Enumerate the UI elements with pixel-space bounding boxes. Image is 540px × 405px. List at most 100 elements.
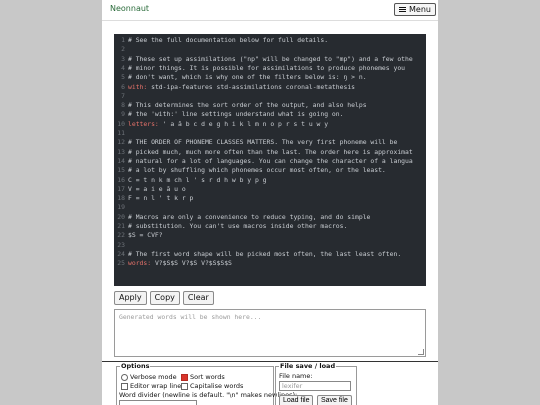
- code-token: # minor things. It is possible for assim…: [128, 63, 406, 72]
- line-code: # picked much, much more often than the …: [128, 148, 413, 157]
- code-token: # a lot by shuffling which phonemes occu…: [128, 166, 386, 175]
- line-number: 21: [117, 222, 125, 230]
- capitalise-checkbox[interactable]: [181, 382, 188, 390]
- line-number: 12: [117, 138, 125, 147]
- file-name-placeholder: lexifer: [282, 382, 303, 390]
- line-code: # This determines the sort order of the …: [128, 101, 367, 110]
- line-number: 25: [117, 259, 125, 268]
- line-code: # The first word shape will be picked mo…: [128, 250, 401, 259]
- line-number: 6: [121, 82, 125, 91]
- line-code: # THE ORDER OF PHONEME CLASSES MATTERS. …: [128, 138, 397, 147]
- word-divider-label: Word divider (newline is default. "\n" m…: [119, 391, 297, 399]
- line-number: 23: [117, 240, 125, 249]
- code-token: std-ipa-features std-assimilations coron…: [147, 82, 356, 91]
- code-token: # don't want, which is why one of the fi…: [128, 73, 367, 82]
- code-token: with:: [128, 82, 148, 91]
- clear-button[interactable]: Clear: [182, 291, 214, 305]
- code-token: # natural for a lot of languages. You ca…: [128, 156, 413, 165]
- line-number: 18: [117, 194, 125, 203]
- line-number: 5: [121, 73, 125, 82]
- line-code: # minor things. It is possible for assim…: [128, 64, 405, 73]
- line-number: 1: [121, 36, 125, 44]
- file-name-label: File name:: [279, 372, 313, 380]
- code-token: # See the full documentation below for f…: [128, 36, 329, 44]
- code-token: # The first word shape will be picked mo…: [128, 249, 402, 258]
- line-number: 22: [117, 231, 125, 240]
- editor-wrap-label: Editor wrap lines: [130, 382, 185, 390]
- code-token: F = n l ' t k r p: [128, 194, 194, 203]
- line-number: 19: [117, 203, 125, 212]
- code-token: # THE ORDER OF PHONEME CLASSES MATTERS. …: [128, 138, 398, 147]
- menu-label: Menu: [409, 5, 431, 14]
- save-file-button[interactable]: Save file: [317, 395, 352, 405]
- code-token: letters:: [128, 119, 159, 128]
- code-token: # picked much, much more often than the …: [128, 147, 413, 156]
- code-token: # the 'with:' line settings understand w…: [128, 110, 344, 119]
- line-code: # the 'with:' line settings understand w…: [128, 110, 343, 119]
- verbose-option[interactable]: Verbose mode: [121, 373, 177, 381]
- line-code: words: V?$S$S V?$S V?$S$S$S: [128, 259, 232, 268]
- action-buttons: Apply Copy Clear: [114, 291, 214, 305]
- line-code: # These set up assimilations ("np" will …: [128, 55, 413, 64]
- code-token: C = t n k m ch l ' s r d h w b y p g: [128, 175, 267, 184]
- code-token: # This determines the sort order of the …: [128, 101, 367, 110]
- line-code: # See the full documentation below for f…: [128, 36, 328, 45]
- code-token: words:: [128, 259, 152, 268]
- line-code: with: std-ipa-features std-assimilations…: [128, 83, 355, 92]
- load-file-button[interactable]: Load file: [279, 395, 314, 405]
- output-textarea[interactable]: Generated words will be shown here...: [114, 309, 426, 357]
- sort-words-label: Sort words: [190, 373, 225, 381]
- line-code: $S = CVF?: [128, 231, 163, 240]
- line-code: F = n l ' t k r p: [128, 194, 193, 203]
- file-panel: File save / load File name: lexifer Load…: [275, 362, 357, 405]
- capitalise-option[interactable]: Capitalise words: [181, 382, 243, 390]
- line-code: # substitution. You can't use macros ins…: [128, 222, 347, 231]
- line-number: 8: [121, 101, 125, 110]
- hamburger-icon: [399, 6, 407, 13]
- code-editor[interactable]: 1 # See the full documentation below for …: [114, 34, 426, 286]
- line-code: C = t n k m ch l ' s r d h w b y p g: [128, 176, 267, 185]
- sort-words-checkbox[interactable]: [181, 373, 188, 381]
- line-number: 20: [117, 212, 125, 221]
- capitalise-label: Capitalise words: [190, 382, 244, 390]
- line-number: 3: [121, 54, 125, 63]
- copy-button[interactable]: Copy: [149, 291, 180, 305]
- line-number: 7: [121, 91, 125, 100]
- file-name-input[interactable]: lexifer: [279, 381, 351, 391]
- line-code: V = a i e ā u o: [128, 185, 186, 194]
- line-number: 14: [117, 156, 125, 165]
- page: Neonnaut Menu 1 # See the full documentat…: [102, 0, 438, 405]
- line-code: # don't want, which is why one of the fi…: [128, 73, 367, 82]
- code-token: V?$S$S V?$S V?$S$S$S: [151, 259, 232, 268]
- line-number: 24: [117, 249, 125, 258]
- code-token: # These set up assimilations ("np" will …: [128, 54, 413, 63]
- line-number: 15: [117, 166, 125, 175]
- code-token: ' a ā b c d e g h i k l m n o p r s t u …: [158, 119, 329, 128]
- editor-wrap-checkbox[interactable]: [121, 382, 128, 390]
- line-number: 11: [117, 129, 125, 137]
- line-number: 2: [121, 45, 125, 54]
- brand-link[interactable]: Neonnaut: [110, 4, 149, 13]
- editor-wrap-option[interactable]: Editor wrap lines: [121, 382, 185, 390]
- code-token: $S = CVF?: [128, 231, 163, 240]
- line-code: # natural for a lot of languages. You ca…: [128, 157, 413, 166]
- navbar: Neonnaut Menu: [102, 0, 438, 21]
- code-token: V = a i e ā u o: [128, 184, 186, 193]
- sort-words-option[interactable]: Sort words: [181, 373, 225, 381]
- options-panel: Options Verbose mode Sort words Editor w…: [116, 362, 297, 405]
- line-code: # a lot by shuffling which phonemes occu…: [128, 166, 386, 175]
- verbose-label: Verbose mode: [130, 373, 177, 381]
- verbose-radio[interactable]: [121, 373, 128, 381]
- separator: [102, 361, 438, 362]
- apply-button[interactable]: Apply: [114, 291, 147, 305]
- resize-grip-icon[interactable]: [418, 349, 424, 355]
- line-number: 16: [117, 175, 125, 184]
- line-number: 13: [117, 147, 125, 156]
- line-number: 4: [121, 63, 125, 72]
- menu-button[interactable]: Menu: [394, 3, 436, 16]
- options-legend: Options: [120, 362, 151, 370]
- word-divider-input[interactable]: [119, 400, 197, 405]
- word-divider-text: Word divider (newline is default. "\n" m…: [119, 391, 298, 399]
- file-legend: File save / load: [279, 362, 337, 370]
- code-token: # Macros are only a convenience to reduc…: [128, 212, 371, 221]
